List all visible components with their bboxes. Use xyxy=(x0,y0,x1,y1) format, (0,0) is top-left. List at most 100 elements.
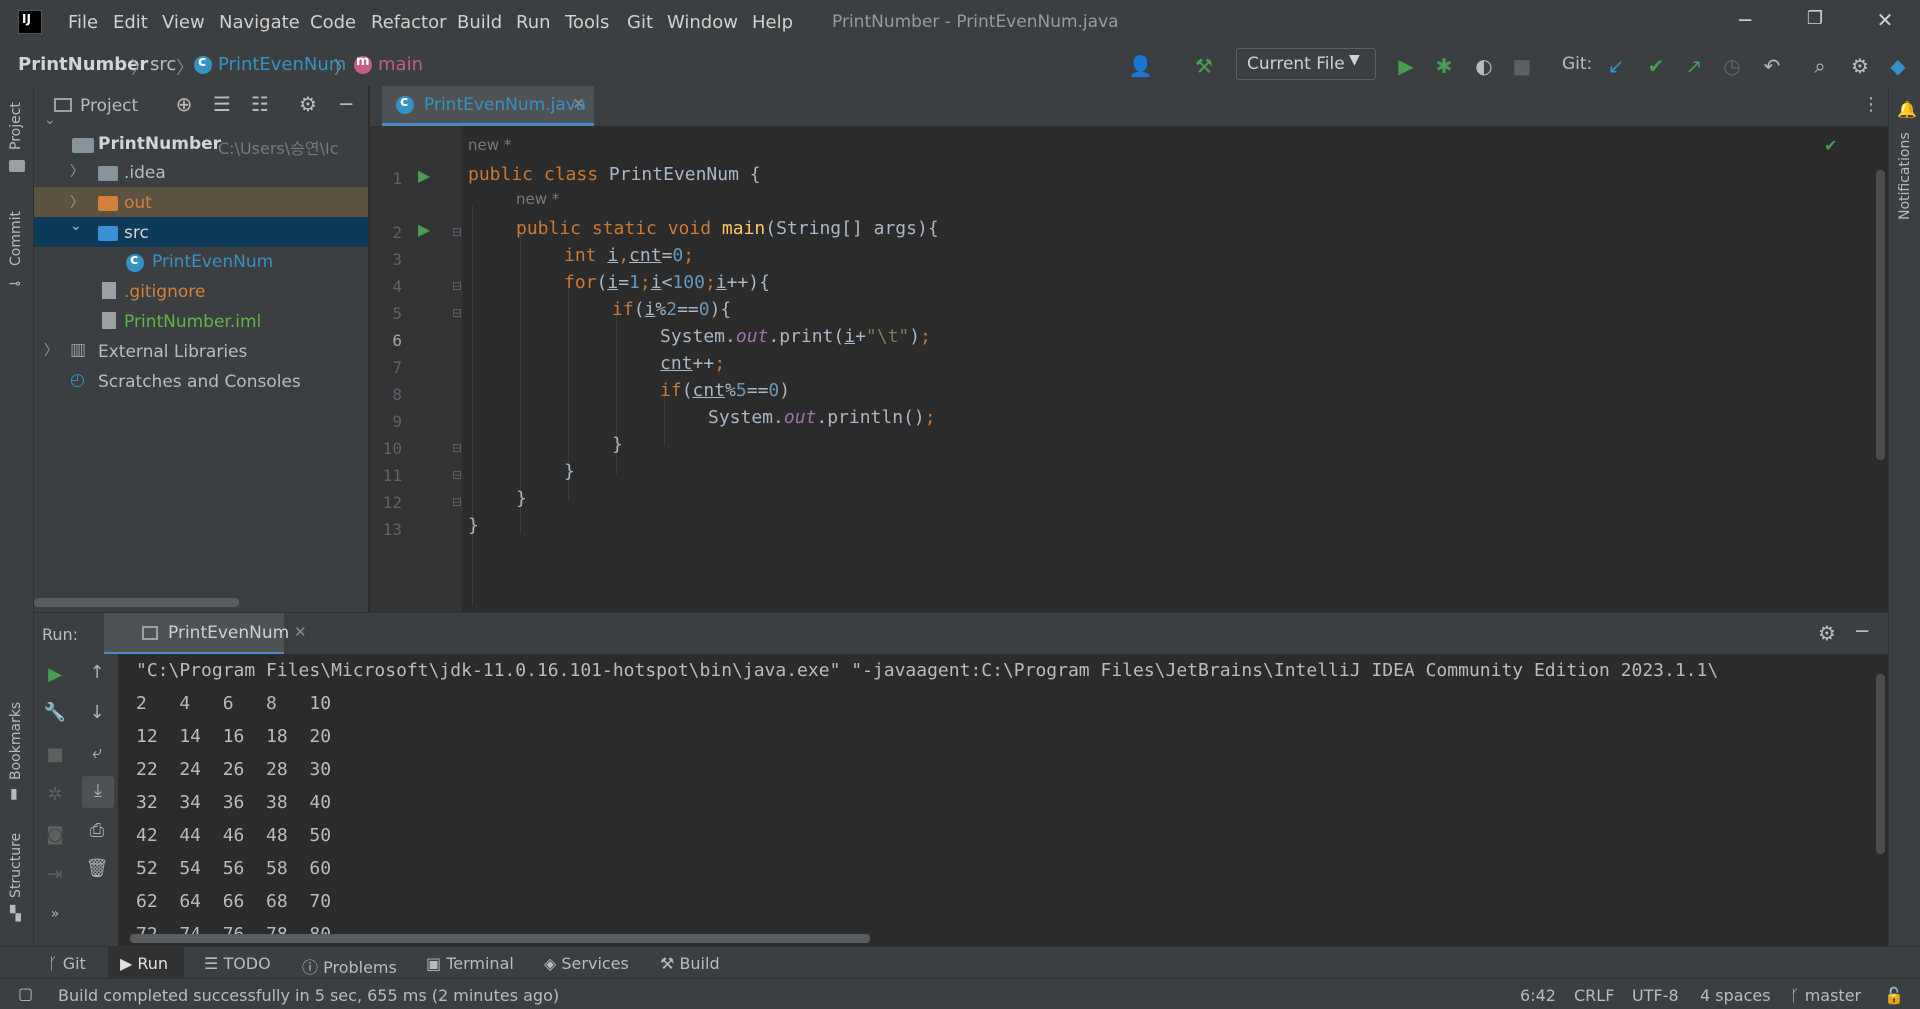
stop-icon[interactable]: ■ xyxy=(40,744,70,765)
tree-item-external-libraries[interactable]: External Libraries xyxy=(98,342,247,362)
tree-item-root[interactable]: PrintNumber xyxy=(98,134,221,154)
file-encoding[interactable]: UTF-8 xyxy=(1632,986,1679,1005)
exit-icon[interactable]: ⇥ xyxy=(40,864,70,885)
menu-tools[interactable]: Tools xyxy=(565,12,609,33)
console-vertical-scrollbar[interactable] xyxy=(1876,674,1885,854)
tree-item-idea[interactable]: .idea xyxy=(124,163,166,183)
lock-icon[interactable]: 🔓 xyxy=(1884,986,1904,1005)
status-message[interactable]: Build completed successfully in 5 sec, 6… xyxy=(58,986,559,1005)
locate-file-icon[interactable]: ⊕ xyxy=(172,92,196,116)
bookmarks-tool-tab[interactable]: Bookmarks xyxy=(8,702,24,780)
rollback-icon[interactable]: ↶ xyxy=(1760,54,1784,78)
menu-code[interactable]: Code xyxy=(310,12,356,33)
menu-view[interactable]: View xyxy=(162,12,205,33)
editor-tab-printevennum[interactable]: PrintEvenNum.java ✕ xyxy=(382,86,594,126)
line-separator[interactable]: CRLF xyxy=(1574,986,1614,1005)
soft-wrap-icon[interactable]: ⤶ xyxy=(82,742,112,763)
tool-tab-git[interactable]: ᚴ Git xyxy=(48,954,86,973)
chevron-down-icon[interactable]: ⌄ xyxy=(44,112,56,128)
history-icon[interactable]: ◷ xyxy=(1720,54,1744,78)
more-options-icon[interactable]: ⋮ xyxy=(1862,94,1880,115)
indent-setting[interactable]: 4 spaces xyxy=(1700,986,1771,1005)
chevron-right-icon[interactable]: 〉 xyxy=(70,161,84,181)
breadcrumb-method[interactable]: main xyxy=(378,54,423,75)
git-push-icon[interactable]: ↗ xyxy=(1682,54,1706,78)
code-editor[interactable]: new * public class PrintEvenNum { new * … xyxy=(462,126,1882,612)
no-problems-check-icon[interactable]: ✔ xyxy=(1824,136,1837,155)
tool-tab-problems[interactable]: ⓘ Problems xyxy=(302,954,397,978)
menu-help[interactable]: Help xyxy=(752,12,793,33)
coverage-icon[interactable]: ◐ xyxy=(1472,54,1496,78)
menu-refactor[interactable]: Refactor xyxy=(371,12,447,33)
menu-git[interactable]: Git xyxy=(627,12,653,33)
search-icon[interactable]: ⌕ xyxy=(1808,54,1832,78)
layout-toggle-icon[interactable]: ▢ xyxy=(18,984,33,1003)
console-horizontal-scrollbar[interactable] xyxy=(130,934,870,943)
rerun-icon[interactable]: ▶ xyxy=(40,664,70,685)
code-with-me-icon[interactable]: ◆ xyxy=(1886,54,1910,78)
screenshot-camera-icon[interactable]: ◙ xyxy=(40,824,70,845)
tree-item-gitignore[interactable]: .gitignore xyxy=(124,282,205,302)
breadcrumb-src[interactable]: src xyxy=(150,54,176,75)
notifications-tool-tab[interactable]: Notifications xyxy=(1897,132,1913,220)
tool-tab-todo[interactable]: ☰ TODO xyxy=(204,954,271,973)
run-gutter-icon[interactable]: ▶ xyxy=(418,220,430,239)
tool-tab-terminal[interactable]: ▣ Terminal xyxy=(426,954,514,973)
threads-icon[interactable]: ✲ xyxy=(40,784,70,805)
run-icon[interactable]: ▶ xyxy=(1394,54,1418,78)
minimize-icon[interactable]: ─ xyxy=(1730,8,1760,36)
expand-all-icon[interactable]: ☰ xyxy=(210,92,234,116)
options-gear-icon[interactable]: ⚙ xyxy=(296,92,320,116)
fold-icon[interactable]: ⊟ xyxy=(452,279,462,293)
menu-run[interactable]: Run xyxy=(516,12,551,33)
tree-item-out[interactable]: out xyxy=(124,193,152,213)
commit-tool-tab[interactable]: Commit xyxy=(8,211,24,266)
menu-build[interactable]: Build xyxy=(457,12,502,33)
tree-item-scratches[interactable]: Scratches and Consoles xyxy=(98,372,301,392)
user-account-icon[interactable]: 👤 xyxy=(1128,54,1153,78)
tool-tab-services[interactable]: ◈ Services xyxy=(544,954,629,973)
tool-tab-run[interactable]: ▶ Run xyxy=(120,954,168,973)
chevron-right-icon[interactable]: 〉 xyxy=(70,192,84,212)
stop-icon[interactable]: ■ xyxy=(1510,54,1534,78)
close-icon[interactable]: ✕ xyxy=(1870,8,1900,36)
chevron-right-icon[interactable]: 〉 xyxy=(44,340,58,360)
hide-panel-icon[interactable]: ─ xyxy=(1856,619,1868,643)
arrow-down-icon[interactable]: ↓ xyxy=(82,702,112,723)
project-panel-title[interactable]: Project xyxy=(80,96,138,116)
fold-icon[interactable]: ⊟ xyxy=(452,306,462,320)
menu-edit[interactable]: Edit xyxy=(113,12,148,33)
arrow-up-icon[interactable]: ↑ xyxy=(82,662,112,683)
build-hammer-icon[interactable]: ⚒ xyxy=(1192,54,1216,78)
print-icon[interactable]: ⎙ xyxy=(82,820,112,841)
settings-gear-icon[interactable]: ⚙ xyxy=(1818,621,1836,645)
run-configuration-select[interactable]: Current File ▼ xyxy=(1236,48,1376,80)
git-update-icon[interactable]: ↙ xyxy=(1604,54,1628,78)
breadcrumb-file[interactable]: PrintEvenNum xyxy=(218,54,346,75)
tree-item-printevennum[interactable]: PrintEvenNum xyxy=(152,252,273,272)
fold-icon[interactable]: ⊟ xyxy=(452,468,462,482)
breadcrumb-project[interactable]: PrintNumber xyxy=(18,54,148,75)
caret-position[interactable]: 6:42 xyxy=(1520,986,1556,1005)
git-branch[interactable]: ᚴ master xyxy=(1790,986,1861,1005)
close-tab-icon[interactable]: ✕ xyxy=(294,623,307,641)
menu-file[interactable]: File xyxy=(68,12,98,33)
hide-panel-icon[interactable]: ─ xyxy=(334,92,358,116)
wrench-icon[interactable]: 🔧 xyxy=(40,702,70,723)
structure-tool-tab[interactable]: Structure xyxy=(8,833,24,898)
settings-gear-icon[interactable]: ⚙ xyxy=(1848,54,1872,78)
menu-window[interactable]: Window xyxy=(667,12,738,33)
fold-icon[interactable]: ⊟ xyxy=(452,495,462,509)
run-tab-printevennum[interactable]: PrintEvenNum ✕ xyxy=(104,613,307,655)
project-tool-tab[interactable]: Project xyxy=(8,102,24,150)
chevron-down-icon[interactable]: ⌄ xyxy=(70,218,82,234)
console-output[interactable]: "C:\Program Files\Microsoft\jdk-11.0.16.… xyxy=(118,654,1888,946)
run-gutter-icon[interactable]: ▶ xyxy=(418,166,430,185)
menu-navigate[interactable]: Navigate xyxy=(219,12,300,33)
fold-icon[interactable]: ⊟ xyxy=(452,441,462,455)
close-tab-icon[interactable]: ✕ xyxy=(572,94,585,113)
debug-bug-icon[interactable]: ✱ xyxy=(1432,54,1456,78)
tree-item-src[interactable]: src xyxy=(124,223,149,243)
project-horizontal-scrollbar[interactable] xyxy=(34,598,239,607)
trash-icon[interactable]: 🗑 xyxy=(82,858,112,879)
